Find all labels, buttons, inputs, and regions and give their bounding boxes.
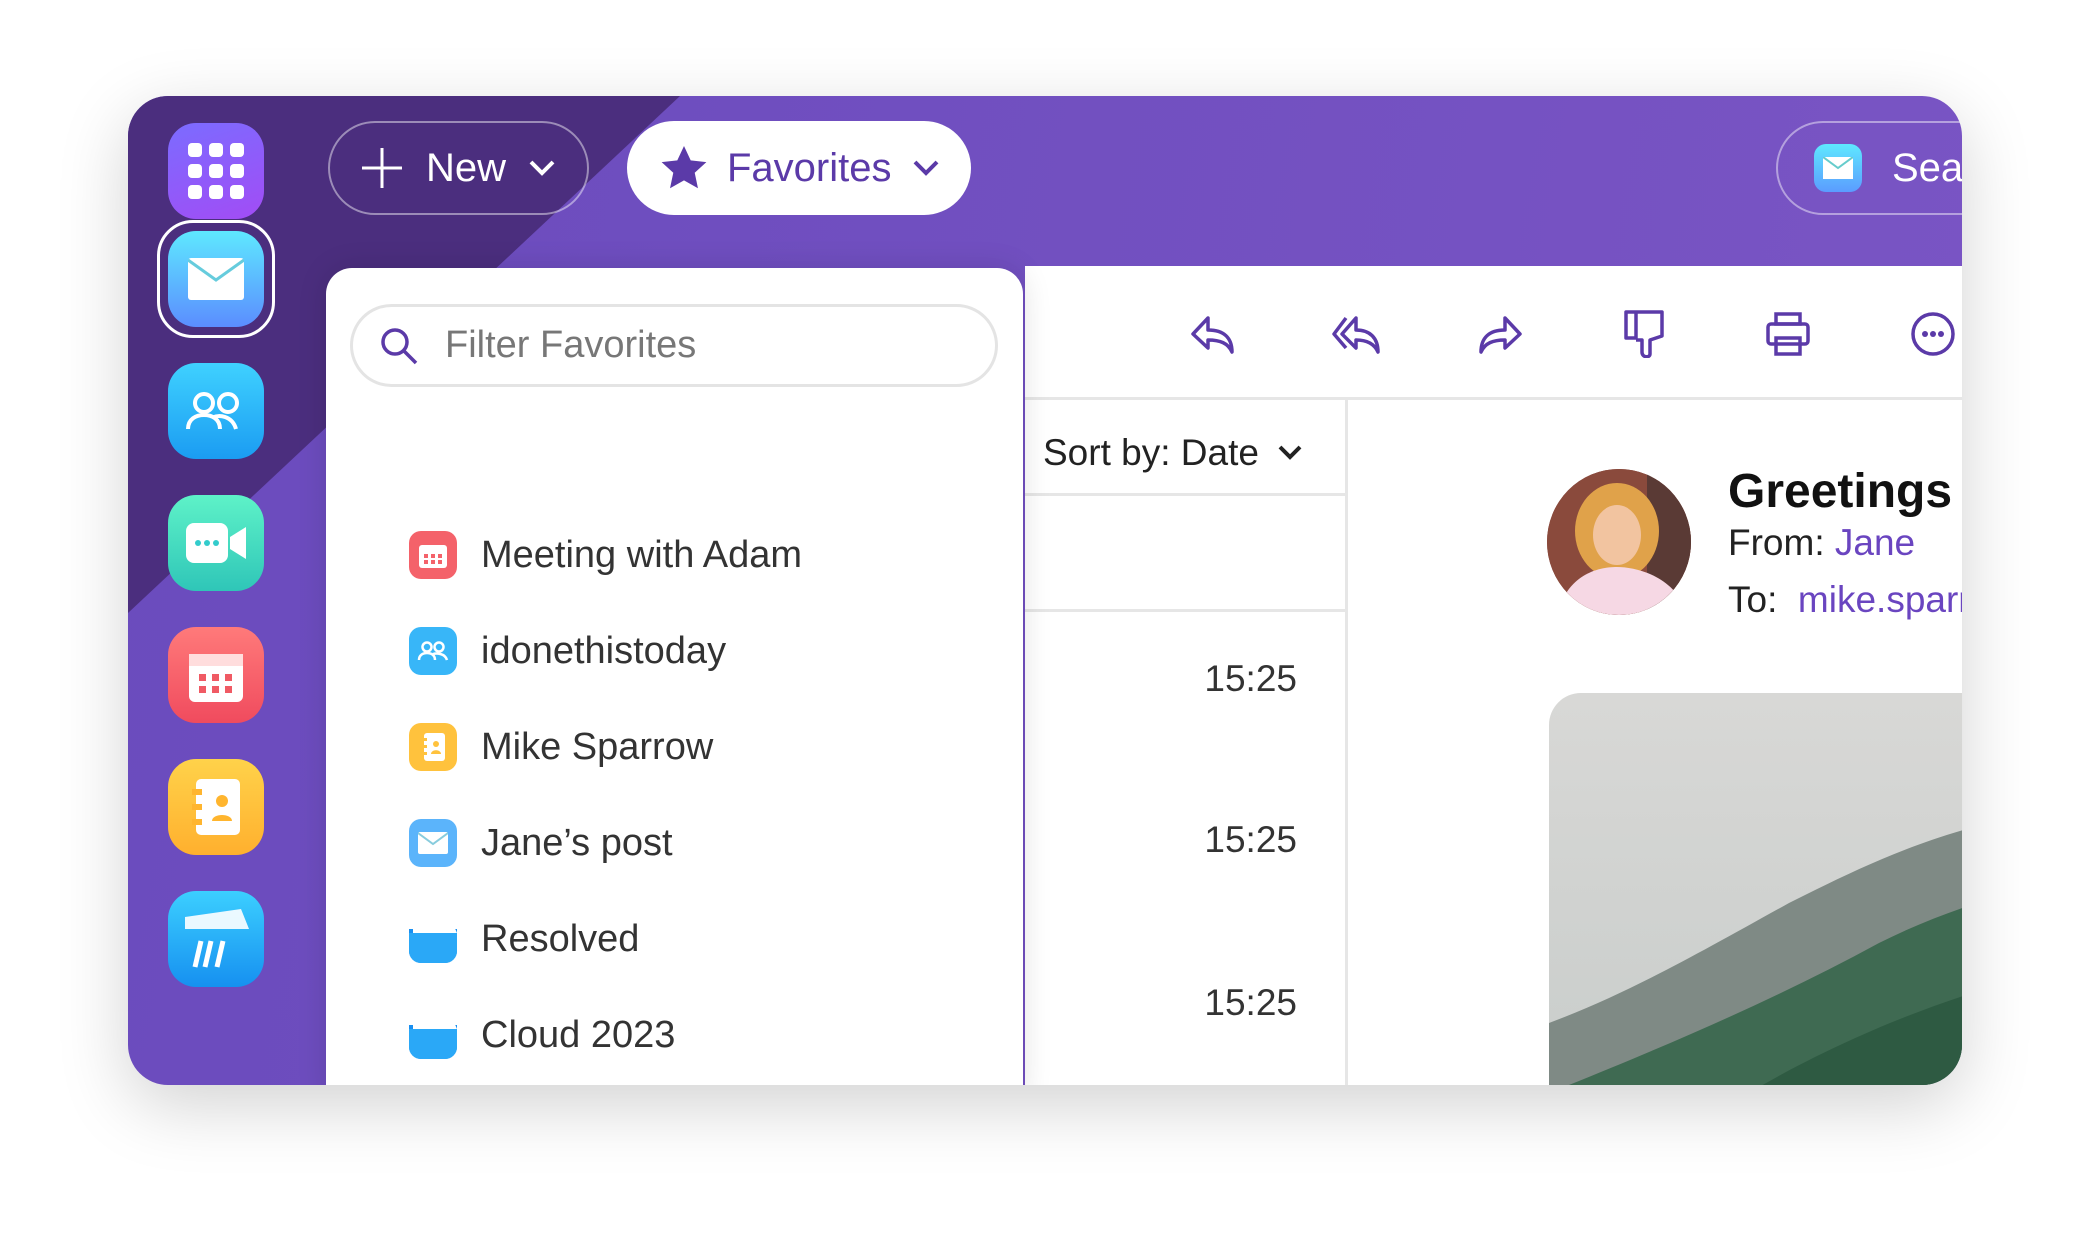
chevron-down-icon xyxy=(529,160,555,176)
files-icon xyxy=(185,909,249,968)
favorite-label: Meeting with Adam xyxy=(481,533,803,576)
app-launcher-button[interactable] xyxy=(168,123,264,219)
reply-all-button[interactable] xyxy=(1332,310,1380,358)
star-icon xyxy=(661,146,707,189)
sidebar-item-mail[interactable] xyxy=(168,231,264,327)
new-button[interactable]: New xyxy=(328,121,589,215)
more-button[interactable] xyxy=(1909,310,1957,358)
favorite-item[interactable]: Jane’s post xyxy=(409,813,673,873)
favorite-item[interactable]: Meeting with Adam xyxy=(409,525,802,585)
app-window: New Favorites Sea Sort by: Date 15:25 15… xyxy=(128,96,1962,1085)
contacts-icon xyxy=(409,627,457,675)
favorite-label: Resolved xyxy=(481,917,640,960)
sender-avatar xyxy=(1547,469,1691,615)
sort-dropdown[interactable]: Sort by: Date xyxy=(1043,432,1303,474)
message-time[interactable]: 15:25 xyxy=(1204,819,1297,861)
message-time[interactable]: 15:25 xyxy=(1204,982,1297,1024)
address-book-icon xyxy=(192,779,240,835)
chevron-down-icon xyxy=(913,160,938,176)
forward-icon xyxy=(1479,316,1522,354)
filter-favorites-input[interactable]: Filter Favorites xyxy=(350,304,998,387)
forward-button[interactable] xyxy=(1476,310,1524,358)
video-chat-icon xyxy=(186,523,246,563)
sidebar-item-video[interactable] xyxy=(168,495,264,591)
favorite-item[interactable]: Resolved xyxy=(409,909,639,969)
mail-icon xyxy=(188,258,244,300)
recipient-link[interactable]: mike.sparrow@x xyxy=(1798,579,1962,620)
message-image xyxy=(1549,693,1962,1085)
favorites-dropdown: Filter Favorites Meeting with Adam idonet… xyxy=(326,268,1023,1085)
favorite-label: Cloud 2023 xyxy=(481,1013,676,1056)
search-button[interactable]: Sea xyxy=(1776,121,1962,215)
sidebar-item-files[interactable] xyxy=(168,891,264,987)
sidebar-item-address-book[interactable] xyxy=(168,759,264,855)
favorite-item[interactable]: idonethistoday xyxy=(409,621,726,681)
print-icon xyxy=(1766,312,1810,356)
chevron-down-icon xyxy=(1278,445,1302,460)
favorite-label: idonethistoday xyxy=(481,629,727,672)
message-list: Sort by: Date 15:25 15:25 15:25 xyxy=(1025,400,1348,1085)
favorite-label: Mike Sparrow xyxy=(481,725,714,768)
favorite-item[interactable]: Mike Sparrow xyxy=(409,717,713,777)
mail-panel: Sort by: Date 15:25 15:25 15:25 Greeting… xyxy=(1025,266,1962,1085)
favorite-item[interactable]: Cloud 2023 xyxy=(409,1005,675,1065)
calendar-icon xyxy=(409,531,457,579)
message-time[interactable]: 15:25 xyxy=(1204,658,1297,700)
message-toolbar xyxy=(1025,266,1962,400)
sidebar-item-contacts[interactable] xyxy=(168,363,264,459)
contacts-icon xyxy=(186,392,239,430)
mail-icon xyxy=(1814,144,1862,192)
folder-icon xyxy=(409,1011,457,1059)
more-icon xyxy=(1911,312,1955,356)
reply-icon xyxy=(1191,316,1234,354)
favorites-button[interactable]: Favorites xyxy=(627,121,971,215)
mail-icon xyxy=(409,819,457,867)
plus-icon xyxy=(362,148,402,188)
thumbs-down-icon xyxy=(1624,310,1664,358)
calendar-icon xyxy=(189,654,243,702)
folder-icon xyxy=(409,915,457,963)
spam-button[interactable] xyxy=(1620,310,1668,358)
favorite-label: Jane’s post xyxy=(481,821,673,864)
print-button[interactable] xyxy=(1764,310,1812,358)
reply-all-icon xyxy=(1332,316,1380,354)
address-book-icon xyxy=(409,723,457,771)
sender-link[interactable]: Jane xyxy=(1835,522,1915,563)
sidebar-item-calendar[interactable] xyxy=(168,627,264,723)
message-subject: Greetings from h xyxy=(1728,465,1962,518)
search-icon xyxy=(381,327,418,364)
reply-button[interactable] xyxy=(1189,310,1237,358)
